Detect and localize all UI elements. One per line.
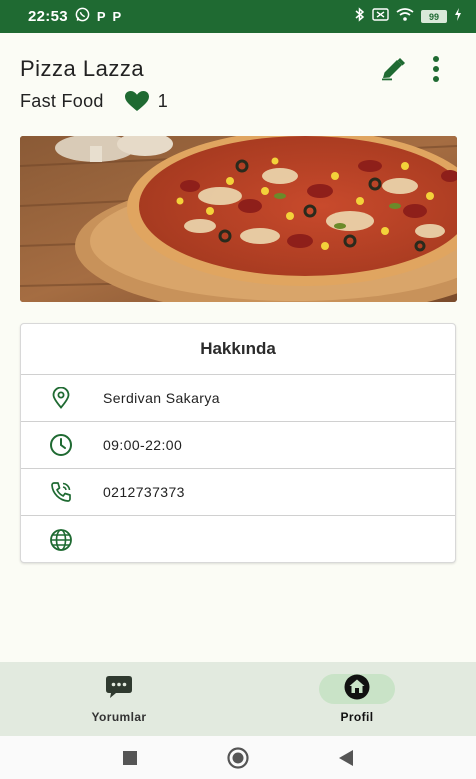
recent-apps-icon[interactable] <box>116 744 144 772</box>
nav-label-yorumlar: Yorumlar <box>91 710 147 724</box>
wifi-icon <box>396 8 414 25</box>
clock-icon <box>47 431 75 459</box>
system-navigation-bar <box>0 736 476 779</box>
heart-icon[interactable] <box>124 90 150 112</box>
bottom-navigation: Yorumlar Profil <box>0 662 476 736</box>
about-card: Hakkında Serdivan Sakarya 09:00-22:00 02… <box>20 323 456 563</box>
more-options-button[interactable] <box>424 54 448 88</box>
restaurant-category: Fast Food <box>20 90 104 111</box>
notification-p-icon: P <box>96 9 106 24</box>
chat-bubble-icon <box>104 674 134 705</box>
pencil-icon <box>380 57 408 86</box>
back-icon[interactable] <box>332 744 360 772</box>
location-pin-icon <box>47 384 75 412</box>
nav-icon-container-active <box>319 674 395 704</box>
nav-icon-container <box>81 674 157 704</box>
status-time: 22:53 <box>28 8 68 25</box>
hours-row: 09:00-22:00 <box>21 422 455 469</box>
phone-icon <box>47 478 75 506</box>
website-row[interactable] <box>21 516 455 563</box>
whatsapp-icon <box>75 7 90 26</box>
battery-icon: 99 <box>421 10 447 23</box>
nav-label-profil: Profil <box>340 710 374 724</box>
home-button-icon[interactable] <box>224 744 252 772</box>
hours-text: 09:00-22:00 <box>103 437 183 453</box>
more-vertical-icon <box>432 55 440 88</box>
address-text: Serdivan Sakarya <box>103 390 220 406</box>
bluetooth-icon <box>354 7 365 26</box>
nav-item-profil[interactable]: Profil <box>238 662 476 736</box>
likes-count: 1 <box>157 90 168 111</box>
phone-text: 0212737373 <box>103 484 185 500</box>
globe-icon <box>47 526 75 554</box>
notification-p-icon: P <box>112 9 122 24</box>
restaurant-cover-image <box>20 136 457 302</box>
phone-row[interactable]: 0212737373 <box>21 469 455 516</box>
restaurant-meta: Fast Food 1 <box>20 90 460 112</box>
address-row[interactable]: Serdivan Sakarya <box>21 375 455 422</box>
charging-icon <box>454 8 462 25</box>
sim-icon <box>372 8 389 25</box>
nav-item-yorumlar[interactable]: Yorumlar <box>0 662 238 736</box>
edit-button[interactable] <box>372 51 416 91</box>
home-icon <box>343 674 371 705</box>
status-bar: 22:53 P P 99 <box>0 0 476 33</box>
about-title: Hakkında <box>21 324 455 375</box>
